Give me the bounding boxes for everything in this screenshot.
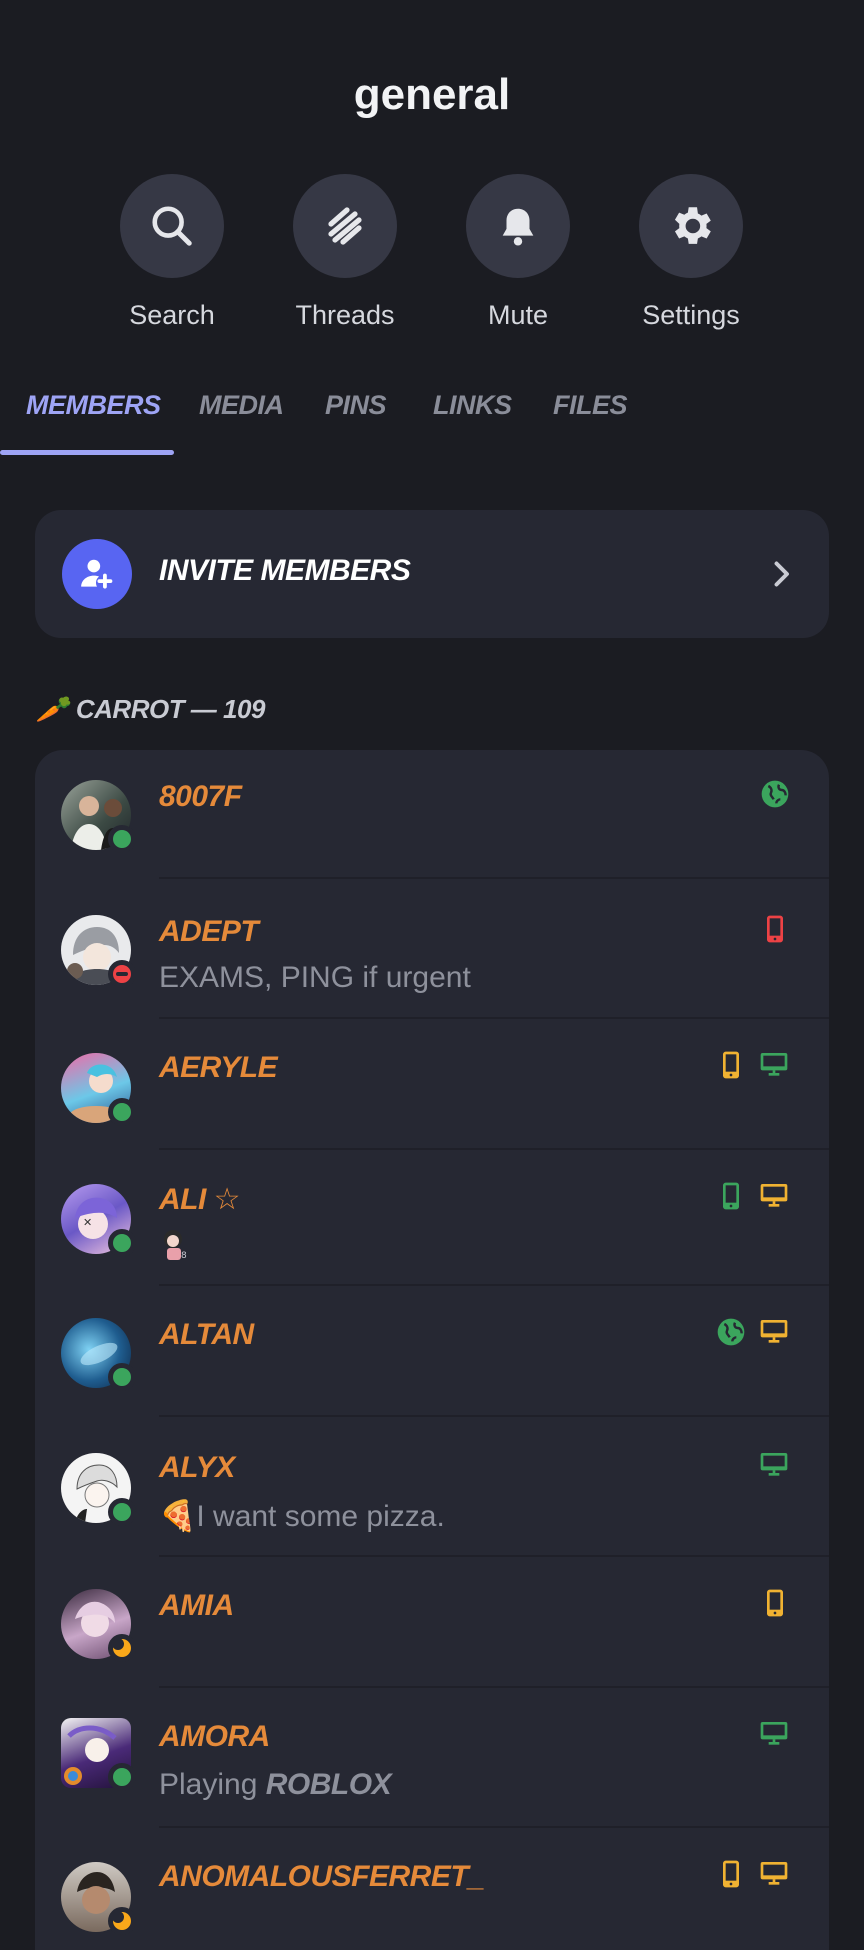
member-row[interactable]: 8007F: [35, 750, 829, 879]
role-section-label: CARROT — 109: [75, 694, 266, 724]
member-row[interactable]: ALTAN: [35, 1286, 829, 1417]
idle-status-icon: [108, 1907, 136, 1935]
active-tab-indicator: [0, 450, 174, 455]
channel-title: general: [353, 70, 511, 119]
tab-bar: MEMBERS MEDIA PINS LINKS FILES: [0, 380, 864, 456]
online-status-icon: [108, 1363, 136, 1391]
member-name: ALI ☆: [159, 1183, 241, 1216]
chevron-right-icon: [774, 561, 789, 587]
member-name: AERYLE: [159, 1051, 278, 1084]
add-user-icon: [81, 559, 113, 589]
member-name: ANOMALOUSFERRET_: [159, 1860, 485, 1893]
desktop-icon: [760, 1453, 788, 1476]
online-status-icon: [108, 1229, 136, 1257]
member-name: AMIA: [159, 1589, 234, 1622]
carrot-emoji: 🥕: [36, 694, 68, 724]
member-row[interactable]: ADEPT EXAMS, PING if urgent: [35, 879, 829, 1019]
desktop-icon: [760, 1320, 788, 1343]
member-name: ALYX: [159, 1451, 235, 1484]
mute-label: Mute: [487, 300, 549, 330]
channel-actions: Search Threads Mute Settings: [0, 174, 864, 334]
search-button[interactable]: Search: [97, 174, 247, 331]
tab-links[interactable]: LINKS: [433, 390, 512, 421]
desktop-icon: [760, 1053, 788, 1076]
tab-files[interactable]: FILES: [553, 390, 628, 421]
web-icon: [761, 780, 789, 808]
tab-pins[interactable]: PINS: [325, 390, 387, 421]
member-name: ALTAN: [159, 1318, 254, 1351]
threads-button[interactable]: Threads: [270, 174, 420, 331]
member-row[interactable]: AMORA Playing ROBLOX: [35, 1688, 829, 1828]
settings-label: Settings: [642, 300, 740, 330]
custom-status: EXAMS, PING if urgent: [159, 961, 471, 994]
gear-icon: [674, 207, 711, 244]
member-row[interactable]: AMIA: [35, 1557, 829, 1688]
online-status-icon: [108, 825, 136, 853]
online-status-icon: [108, 1763, 136, 1791]
tab-media[interactable]: MEDIA: [199, 390, 284, 421]
custom-status-sticker: 8: [159, 1226, 193, 1262]
threads-icon: [328, 207, 362, 245]
mobile-icon: [723, 1860, 739, 1888]
mobile-icon: [723, 1182, 739, 1210]
member-name: 8007F: [159, 780, 242, 813]
svg-text:8: 8: [181, 1251, 187, 1261]
web-icon: [717, 1318, 745, 1346]
member-row[interactable]: ANOMALOUSFERRET_: [35, 1828, 829, 1950]
desktop-icon: [760, 1184, 788, 1207]
role-section-header: 🥕 CARROT — 109: [36, 694, 265, 725]
desktop-icon: [760, 1862, 788, 1885]
member-row[interactable]: ✕ ALI ☆ 8: [35, 1150, 829, 1286]
member-list: 8007F ADEPT EXAMS, PING if urgent AERYLE: [35, 750, 829, 1950]
mobile-icon: [723, 1051, 739, 1079]
member-row[interactable]: AERYLE: [35, 1019, 829, 1150]
mobile-icon: [767, 1589, 783, 1617]
online-status-icon: [108, 1098, 136, 1126]
dnd-status-icon: [108, 960, 136, 988]
member-row[interactable]: ALYX 🍕I want some pizza.: [35, 1417, 829, 1557]
tab-members[interactable]: MEMBERS: [26, 390, 161, 421]
invite-members-label: INVITE MEMBERS: [159, 554, 411, 587]
mute-button[interactable]: Mute: [443, 174, 593, 331]
svg-text:✕: ✕: [83, 1216, 92, 1229]
custom-status: 🍕I want some pizza.: [159, 1500, 445, 1533]
online-status-icon: [108, 1498, 136, 1526]
member-name: AMORA: [159, 1720, 270, 1753]
desktop-icon: [760, 1722, 788, 1745]
activity-prefix: Playing: [159, 1768, 258, 1801]
member-name: ADEPT: [159, 915, 259, 948]
search-icon: [152, 206, 192, 246]
activity-status: Playing ROBLOX: [159, 1768, 392, 1802]
invite-bubble: [62, 539, 132, 609]
search-label: Search: [129, 300, 215, 330]
invite-members-button[interactable]: INVITE MEMBERS: [35, 510, 829, 638]
bell-icon: [502, 208, 534, 246]
activity-game: ROBLOX: [265, 1768, 392, 1801]
threads-label: Threads: [295, 300, 395, 330]
idle-status-icon: [108, 1634, 136, 1662]
mobile-icon: [767, 915, 783, 943]
settings-button[interactable]: Settings: [616, 174, 766, 331]
